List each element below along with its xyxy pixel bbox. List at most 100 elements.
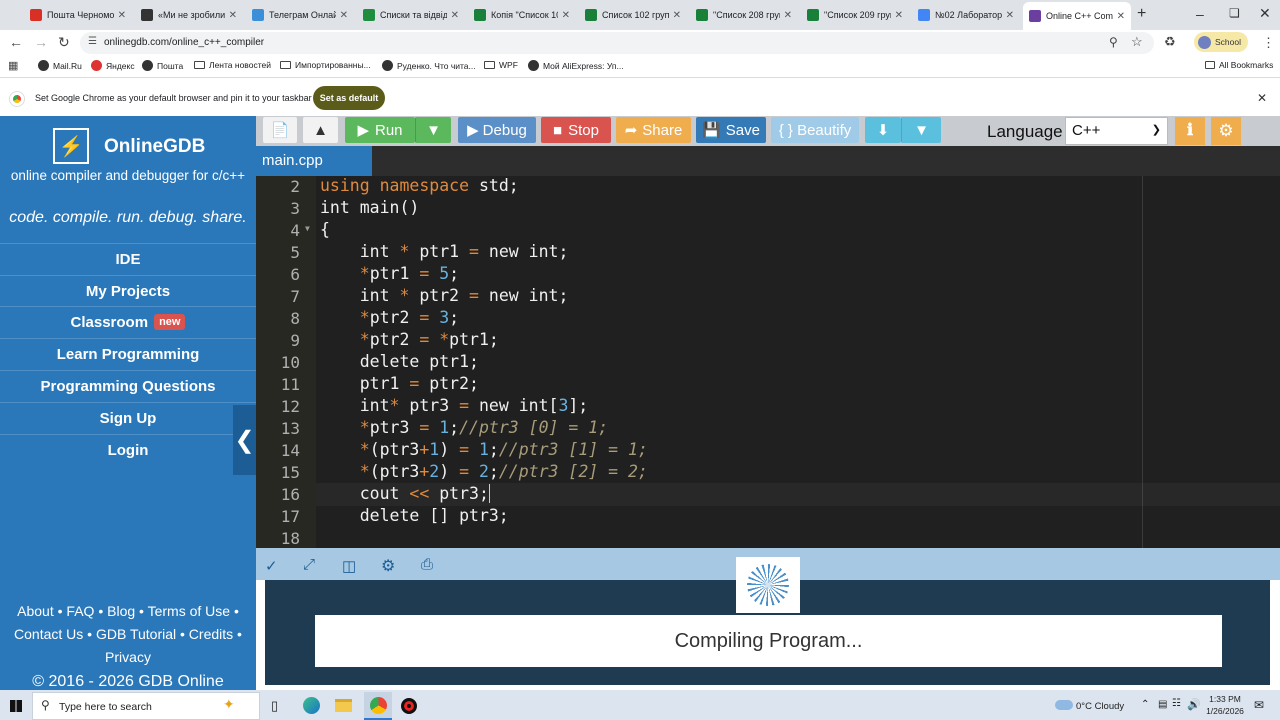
edge-icon[interactable] [303,697,320,714]
close-tab-icon[interactable]: ✕ [340,10,348,21]
browser-tab[interactable]: Пошта Черномор ✕ [24,4,132,26]
bookmark-item[interactable]: Яндекс [91,60,135,71]
fold-arrow-icon[interactable]: ▼ [305,224,310,233]
tutorial-link[interactable]: GDB Tutorial [96,626,176,642]
set-default-button[interactable]: Set as default [313,86,385,110]
back-icon[interactable]: ← [9,34,23,50]
contact-link[interactable]: Contact Us [14,626,83,642]
credits-link[interactable]: Credits [189,626,233,642]
beautify-button[interactable]: { } Beautify [771,117,859,143]
close-tab-icon[interactable]: ✕ [895,10,903,21]
wifi-icon[interactable]: ☷ [1172,698,1181,709]
bookmark-item[interactable]: Лента новостей [194,60,271,70]
all-bookmarks[interactable]: All Bookmarks [1205,60,1273,70]
taskbar-search[interactable]: ⚲ Type here to search ✦ [32,692,260,720]
expand-icon[interactable]: ⤢ [303,556,315,573]
close-tab-icon[interactable]: ✕ [118,10,126,21]
apps-icon[interactable]: ▦ [8,59,18,72]
sidebar-item-my-projects[interactable]: My Projects [0,275,256,306]
clock[interactable]: 1:33 PM 1/26/2026 [1202,693,1248,717]
sidebar-item-ide[interactable]: IDE [0,243,256,274]
sidebar-item-programming-questions[interactable]: Programming Questions [0,370,256,401]
upload-button[interactable]: ▲ [303,117,338,143]
notifications-icon[interactable]: ✉ [1254,698,1264,712]
about-link[interactable]: About [17,603,54,619]
browser-tab[interactable]: №02 Лаборатор ✕ [912,4,1020,26]
browser-tab[interactable]: Телеграм Онлайн ✕ [246,4,354,26]
terms-link[interactable]: Terms of Use [148,603,230,619]
reload-icon[interactable]: ↻ [58,34,70,51]
file-explorer-icon[interactable] [335,699,352,712]
share-icon: ➦ [624,122,638,139]
bookmark-item[interactable]: Мой AliExpress: Уп... [528,60,624,71]
collapse-sidebar-button[interactable]: ❮ [233,405,256,475]
close-tab-icon[interactable]: ✕ [673,10,681,21]
debug-button[interactable]: ▶ Debug [458,117,536,143]
bookmark-item[interactable]: Mail.Ru [38,60,82,71]
info-button[interactable]: ℹ [1175,117,1205,145]
clipboard-icon[interactable]: ⎙ [421,556,433,573]
share-button[interactable]: ➦ Share [616,117,691,143]
tray-chevron-icon[interactable]: ⌃ [1141,699,1149,710]
download-dropdown-button[interactable]: ▼ [901,117,941,143]
new-file-button[interactable]: 📄 [263,117,297,143]
sidebar-item-login[interactable]: Login [0,434,256,465]
windows-start-icon[interactable] [10,700,22,712]
close-tab-icon[interactable]: ✕ [1006,10,1014,21]
close-window-icon[interactable]: ✕ [1259,5,1271,22]
bookmark-item[interactable]: WPF [484,60,518,70]
sidebar-item-sign-up[interactable]: Sign Up [0,402,256,433]
menu-icon[interactable]: ⋮ [1262,35,1275,51]
bookmark-item[interactable]: Руденко. Что чита... [382,60,476,71]
restore-icon[interactable]: ❏ [1229,6,1240,20]
task-view-icon[interactable]: ▯ [271,698,278,714]
volume-icon[interactable]: 🔊 [1187,698,1201,711]
run-button[interactable]: ▶ Run [345,117,415,143]
record-icon[interactable] [401,698,417,714]
bookmark-item[interactable]: Пошта [142,60,183,71]
code-editor[interactable]: 2 3 4 5 6 7 8 9 10 11 12 13 14 15 16 17 18 using namespa… [256,176,1280,548]
brand-name[interactable]: OnlineGDB [104,136,205,158]
blog-link[interactable]: Blog [107,603,135,619]
new-tab-button[interactable]: + [1137,5,1146,23]
network-icon[interactable]: ▤ [1158,699,1167,710]
settings-button[interactable]: ⚙ [1211,117,1241,145]
sidebar-item-learn-programming[interactable]: Learn Programming [0,338,256,369]
extensions-icon[interactable]: ♻ [1164,34,1176,50]
output-settings-icon[interactable]: ⚙ [381,556,395,576]
chrome-taskbar-icon[interactable] [364,692,392,720]
layout-icon[interactable]: ◫ [342,557,356,575]
download-button[interactable]: ⬇ [865,117,901,143]
browser-tab[interactable]: Списки та відвід ✕ [357,4,465,26]
file-tab-main-cpp[interactable]: main.cpp [256,146,372,176]
run-dropdown-button[interactable]: ▼ [415,117,451,143]
language-select[interactable]: C++ ❯ [1065,117,1168,145]
privacy-link[interactable]: Privacy [105,649,151,665]
close-tab-icon[interactable]: ✕ [451,10,459,21]
minimize-icon[interactable]: – [1196,6,1204,22]
onlinegdb-logo-icon[interactable]: ⚡ [53,128,89,164]
browser-tab[interactable]: «Ми не зробили ✕ [135,4,243,26]
browser-tab[interactable]: "Список 209 груп ✕ [801,4,909,26]
faq-link[interactable]: FAQ [66,603,94,619]
close-infobar-icon[interactable]: ✕ [1257,91,1267,105]
profile-button[interactable]: School [1194,32,1248,52]
close-tab-icon[interactable]: ✕ [1117,11,1125,22]
browser-tab[interactable]: "Список 208 груп ✕ [690,4,798,26]
close-tab-icon[interactable]: ✕ [562,10,570,21]
forward-icon[interactable]: → [34,34,48,50]
zoom-icon[interactable]: ⚲ [1109,35,1118,49]
bookmark-star-icon[interactable]: ☆ [1131,34,1143,50]
browser-tab[interactable]: Список 102 груп ✕ [579,4,687,26]
bookmark-item[interactable]: Импортированны... [280,60,371,70]
close-tab-icon[interactable]: ✕ [784,10,792,21]
browser-tab[interactable]: Копія "Список 10 ✕ [468,4,576,26]
site-info-icon[interactable]: ☰ [88,36,97,47]
weather-text[interactable]: 0°C Cloudy [1076,701,1124,712]
collapse-output-icon[interactable]: ✓ [265,557,278,575]
sidebar-item-classroom[interactable]: Classroom new [0,306,256,337]
save-button[interactable]: 💾 Save [696,117,766,143]
close-tab-icon[interactable]: ✕ [229,10,237,21]
browser-tab[interactable]: Online C++ Comp ✕ [1023,2,1131,30]
stop-button[interactable]: ■ Stop [541,117,611,143]
